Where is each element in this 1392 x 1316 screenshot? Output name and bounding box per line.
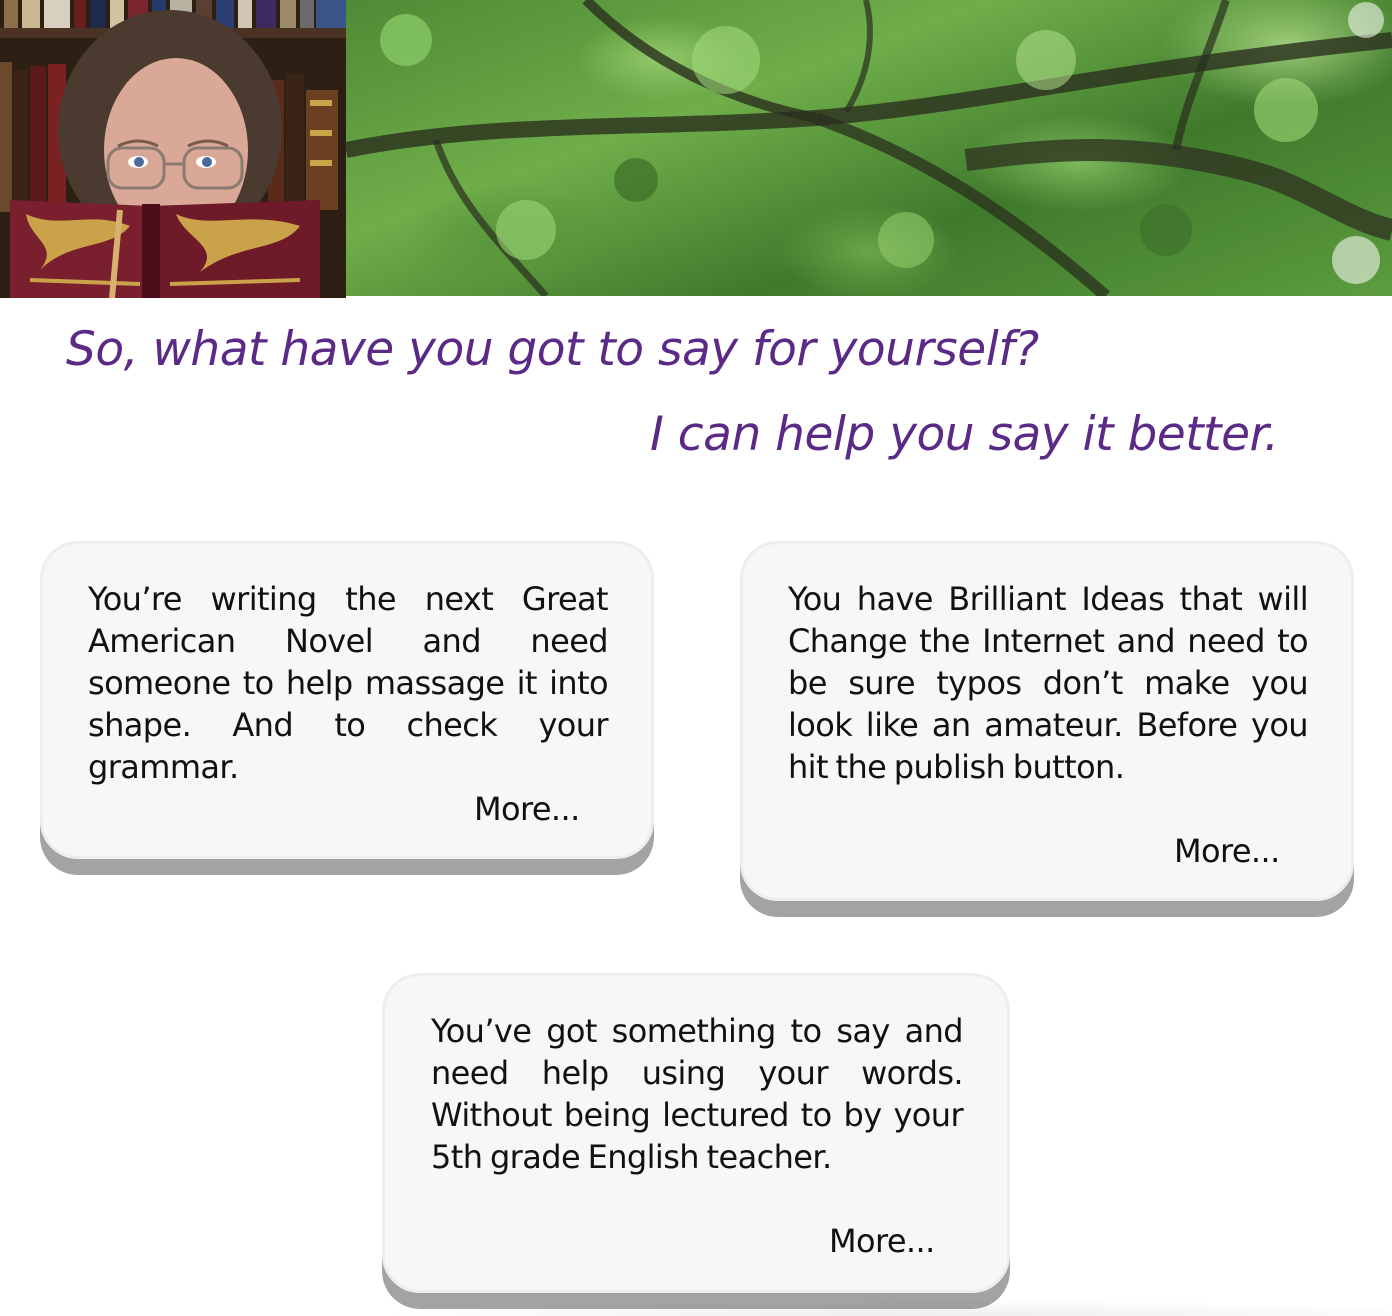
service-card-words: You’ve got something to say and need hel… [382, 973, 1010, 1293]
service-card-internet: You have Brilliant Ideas that will Chang… [740, 541, 1354, 901]
card-description: You’ve got something to say and need hel… [431, 1012, 964, 1176]
more-link[interactable]: More... [474, 788, 580, 830]
canopy-branches [346, 0, 1392, 296]
more-link[interactable]: More... [1174, 830, 1280, 872]
tree-canopy-photo [346, 0, 1392, 296]
page: So, what have you got to say for yoursel… [0, 0, 1392, 1316]
card-description: You’re writing the next Great American N… [88, 580, 609, 786]
service-card-novel: You’re writing the next Great American N… [40, 541, 654, 859]
page-subheadline: I can help you say it better. [650, 407, 1279, 462]
page-headline: So, what have you got to say for yoursel… [66, 322, 1039, 377]
portrait-photo [0, 0, 346, 298]
more-link[interactable]: More... [829, 1220, 935, 1262]
bottom-shadow [240, 1296, 1392, 1316]
header-banner [0, 0, 1392, 298]
portrait-illustration [0, 0, 346, 298]
card-description: You have Brilliant Ideas that will Chang… [788, 580, 1309, 786]
